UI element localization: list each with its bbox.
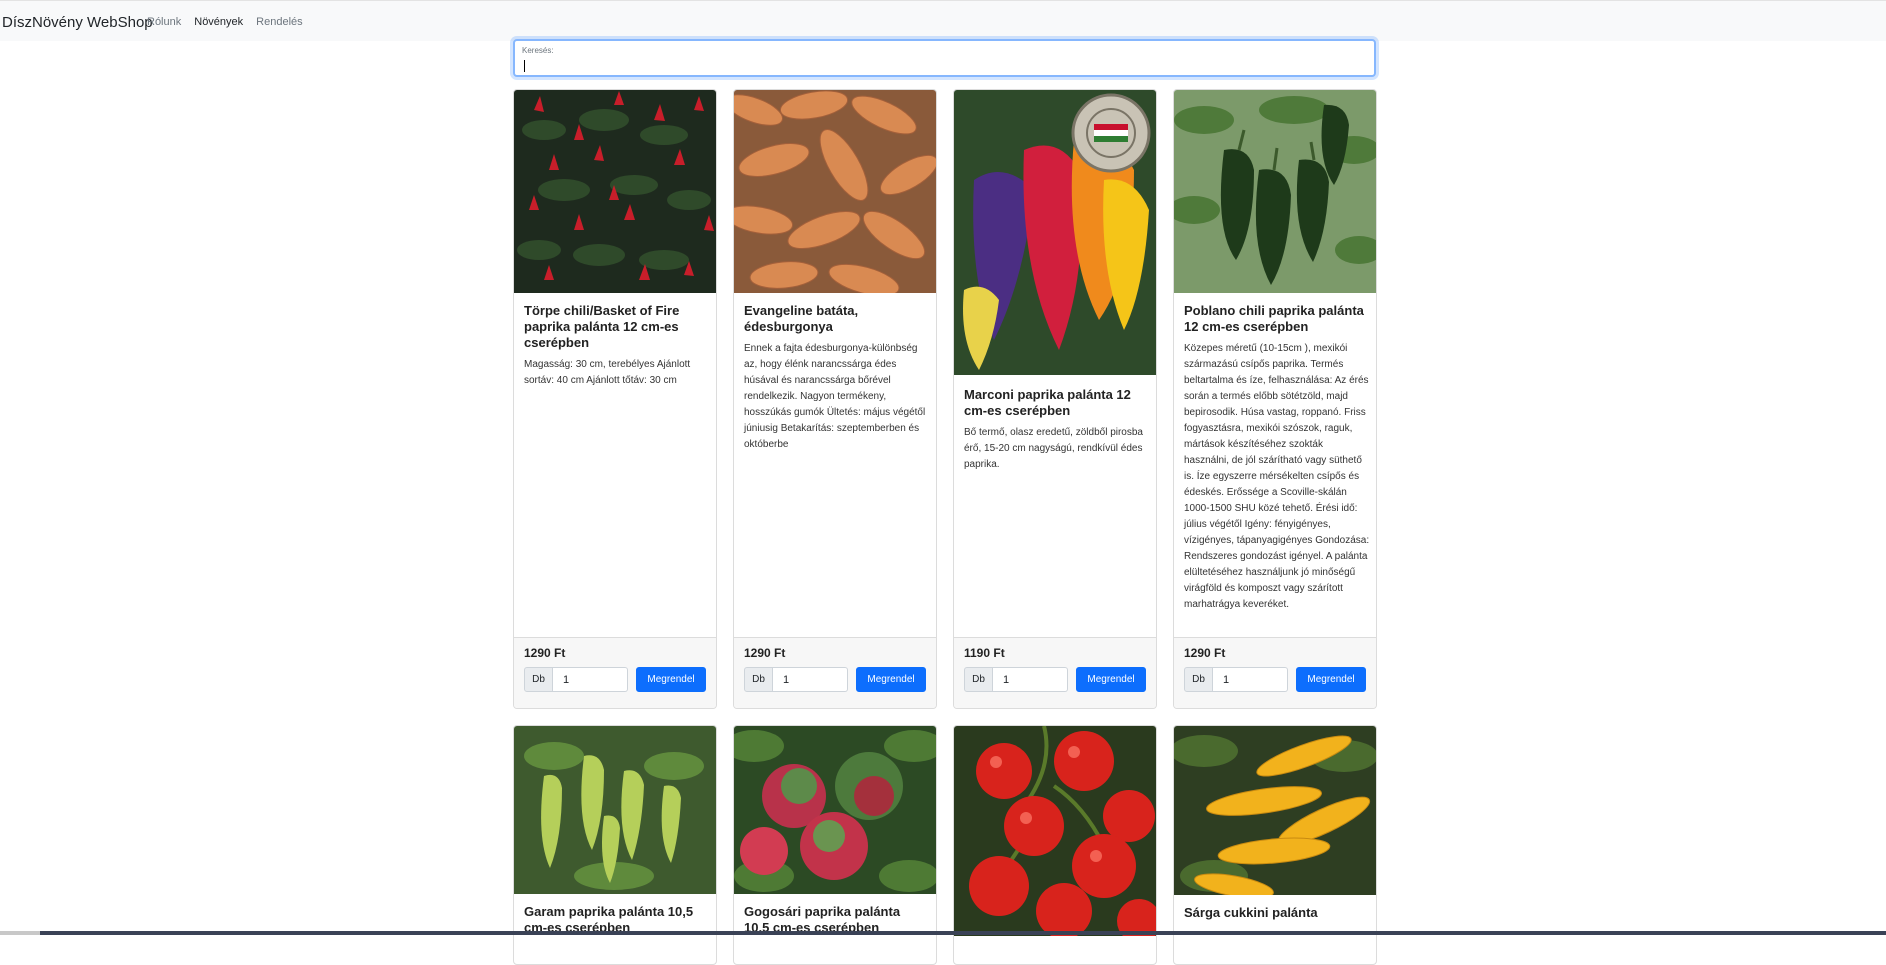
- text-caret: [524, 60, 525, 72]
- product-image-tomatoes: [954, 726, 1156, 936]
- card-footer: 1290 Ft Db 1 Megrendel: [734, 637, 936, 708]
- quantity-group: Db 1: [744, 667, 848, 692]
- product-description: Magasság: 30 cm, terebélyes Ajánlott sor…: [524, 359, 691, 386]
- product-image-sweet-potatoes: [734, 90, 936, 293]
- product-image-red-chili: [514, 90, 716, 293]
- navbar: DíszNövény WebShop Rólunk Növények Rende…: [0, 0, 1886, 41]
- product-card: Gogosári paprika palánta 10,5 cm-es cser…: [733, 725, 937, 965]
- card-footer: 1190 Ft Db 1 Megrendel: [954, 637, 1156, 708]
- card-footer: 1290 Ft Db 1 Megrendel: [1174, 637, 1376, 708]
- card-footer: 1290 Ft Db 1 Megrendel: [514, 637, 716, 708]
- quantity-input[interactable]: 1: [773, 667, 848, 692]
- quantity-input[interactable]: 1: [1213, 667, 1288, 692]
- product-image-green-peppers: [514, 726, 716, 894]
- product-card: Garam paprika palánta 10,5 cm-es cserépb…: [513, 725, 717, 965]
- product-price: 1290 Ft: [744, 646, 786, 660]
- product-title: Poblano chili paprika palánta 12 cm-es c…: [1184, 303, 1364, 334]
- product-title: Sárga cukkini palánta: [1184, 905, 1318, 920]
- search-field[interactable]: Keresés:: [513, 39, 1376, 77]
- quantity-prefix: Db: [1184, 667, 1213, 692]
- product-card: Törpe chili/Basket of Fire paprika palán…: [513, 89, 717, 709]
- quantity-input[interactable]: 1: [993, 667, 1068, 692]
- search-label: Keresés:: [522, 46, 554, 55]
- product-card: Marconi paprika palánta 12 cm-es cserépb…: [953, 89, 1157, 709]
- nav-links: Rólunk Növények Rendelés: [147, 16, 303, 28]
- product-title: Marconi paprika palánta 12 cm-es cserépb…: [964, 387, 1131, 418]
- quantity-group: Db 1: [1184, 667, 1288, 692]
- product-title: Evangeline batáta, édesburgonya: [744, 303, 859, 334]
- product-card: [953, 725, 1157, 965]
- product-description: Ennek a fajta édesburgonya-különbség az,…: [744, 343, 926, 450]
- horizontal-scrollbar[interactable]: [0, 931, 1886, 935]
- quantity-prefix: Db: [964, 667, 993, 692]
- product-image-yellow-zucchini: [1174, 726, 1376, 895]
- nav-link-rolunk[interactable]: Rólunk: [147, 16, 181, 28]
- product-image-poblano-peppers: [1174, 90, 1376, 293]
- product-price: 1190 Ft: [964, 646, 1005, 660]
- quantity-group: Db 1: [964, 667, 1068, 692]
- quantity-prefix: Db: [744, 667, 773, 692]
- product-image-marconi-peppers: [954, 90, 1156, 375]
- search-input[interactable]: [522, 58, 1362, 74]
- product-description: Közepes méretű (10-15cm ), mexikói szárm…: [1184, 343, 1370, 610]
- order-button[interactable]: Megrendel: [1296, 667, 1366, 692]
- order-button[interactable]: Megrendel: [856, 667, 926, 692]
- product-card: Poblano chili paprika palánta 12 cm-es c…: [1173, 89, 1377, 709]
- nav-link-novenyek[interactable]: Növények: [194, 16, 243, 28]
- product-title: Törpe chili/Basket of Fire paprika palán…: [524, 303, 680, 350]
- product-card: Evangeline batáta, édesburgonya Ennek a …: [733, 89, 937, 709]
- brand-link[interactable]: DíszNövény WebShop: [2, 14, 153, 31]
- quantity-group: Db 1: [524, 667, 628, 692]
- product-description: Bő termő, olasz eredetű, zöldből pirosba…: [964, 427, 1143, 470]
- product-price: 1290 Ft: [524, 646, 566, 660]
- product-card: Sárga cukkini palánta: [1173, 725, 1377, 965]
- order-button[interactable]: Megrendel: [636, 667, 706, 692]
- order-button[interactable]: Megrendel: [1076, 667, 1146, 692]
- quantity-prefix: Db: [524, 667, 553, 692]
- product-image-gogosari-peppers: [734, 726, 936, 894]
- product-price: 1290 Ft: [1184, 646, 1226, 660]
- scrollbar-thumb[interactable]: [40, 931, 1886, 935]
- quantity-input[interactable]: 1: [553, 667, 628, 692]
- nav-link-rendeles[interactable]: Rendelés: [256, 16, 302, 28]
